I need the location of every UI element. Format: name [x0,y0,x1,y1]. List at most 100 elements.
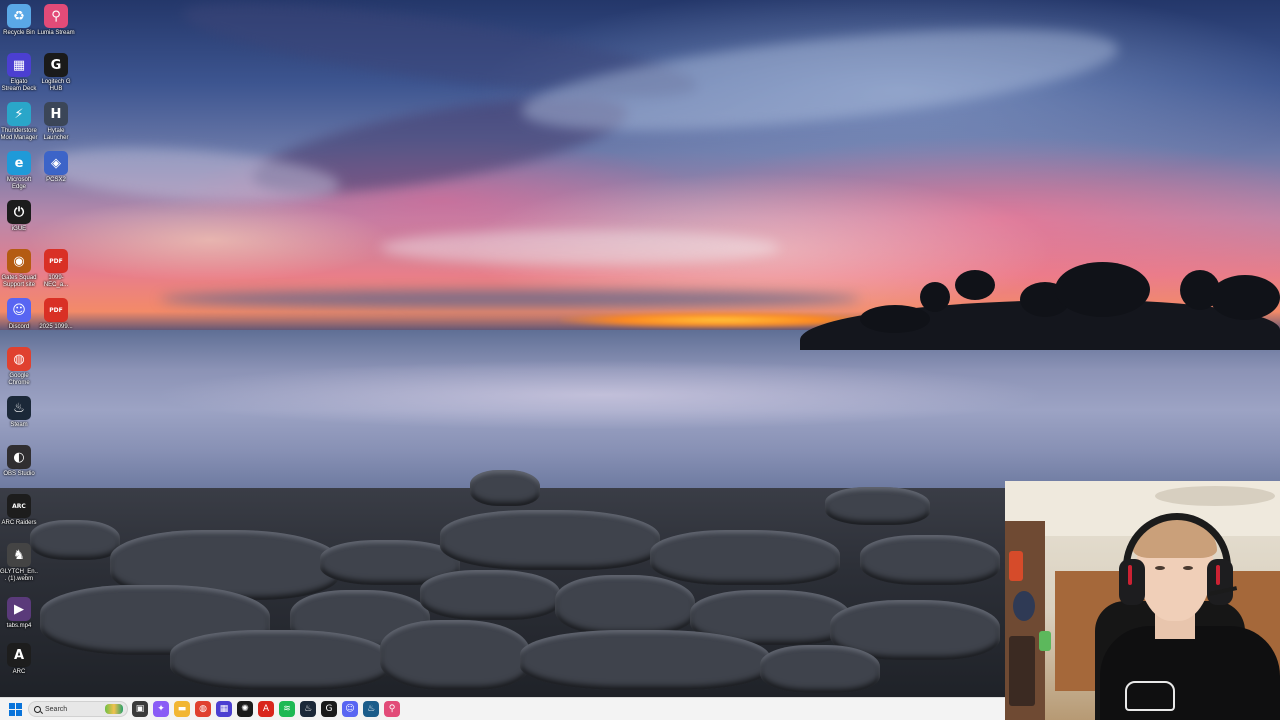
recycle-bin-icon: ♻ [7,4,31,28]
desktop-icon-arc[interactable]: A ARC [0,643,38,676]
taskbar-app-lumia[interactable]: ⚲ [384,701,400,717]
desktop-icon-label: Steam [10,422,28,428]
desktop-icon-microsoft-edge[interactable]: e Microsoft Edge [0,151,38,191]
pdf-icon: PDF [44,298,68,322]
video-file-icon: ♞ [7,543,31,567]
start-button[interactable] [6,700,24,718]
logitech-g-icon: G [325,704,333,714]
desktop-icon-pcsx2[interactable]: ◈ PCSX2 [37,151,75,184]
desktop-icon-arc-raiders[interactable]: ARC ARC Raiders [0,494,38,527]
desktop-icon-label: 2025 1099... [39,324,73,330]
rock [760,645,880,693]
rock [520,630,770,690]
desktop-icon-hytale-launcher[interactable]: H Hytale Launcher [37,102,75,142]
desktop-icon-label: Thunderstore Mod Manager [0,128,38,141]
obs-icon: ◐ [7,445,31,469]
discord-icon: ☺ [7,298,31,322]
desktop-icon-label: PCSX2 [46,177,66,183]
desktop-icon-label: Logitech G HUB [41,79,71,92]
rock [420,570,560,620]
chrome-icon: ◍ [7,347,31,371]
desktop-icon-pdf-1099-nec[interactable]: PDF 1099-NEC_a... [37,249,75,289]
desktop-icon-label: iGUE [11,226,27,232]
gates-squad-icon: ◉ [7,249,31,273]
desktop-icon-label: GLYTCH_En... (1).webm [0,569,38,582]
desktop-icon-lumia-stream[interactable]: ⚲ Lumia Stream [37,4,75,37]
taskbar-app-file-explorer-small[interactable]: ▣ [132,701,148,717]
ceiling-fan [1155,486,1275,506]
desktop-icon-logitech-g-hub[interactable]: G Logitech G HUB [37,53,75,93]
desktop-icon-thunderstore-mod-manager[interactable]: ⚡ Thunderstore Mod Manager [0,102,38,142]
taskbar-app-steam-2[interactable]: ♨ [363,701,379,717]
desktop-icon-label: Gates Squad Support site [1,275,37,288]
razer-icon: ✺ [241,704,249,714]
lumia-stream-icon: ⚲ [388,704,396,714]
desktop-icon-google-chrome[interactable]: ◍ Google Chrome [0,347,38,387]
desktop-icon-label: Lumia Stream [37,30,75,36]
taskbar-app-steam[interactable]: ♨ [300,701,316,717]
task-view-icon: ▣ [135,704,145,714]
taskbar-app-stream-deck[interactable]: ▦ [216,701,232,717]
taskbar-app-logitech[interactable]: G [321,701,337,717]
search-icon [34,705,41,713]
folder-icon: ▬ [177,704,187,714]
desktop-icon-label: Microsoft Edge [6,177,32,190]
taskbar-search-box[interactable]: Search [28,701,128,717]
stream-deck-icon: ▦ [219,704,229,714]
logitech-g-icon: G [44,53,68,77]
shelf-item [1039,631,1051,651]
taskbar-app-copilot[interactable]: ✦ [153,701,169,717]
pdf-icon: PDF [44,249,68,273]
desktop-icon-elgato-stream-deck[interactable]: ▦ Elgato Stream Deck [0,53,38,93]
taskbar-app-spotify[interactable]: ≋ [279,701,295,717]
tree [955,270,995,300]
desktop-icon-label: ARC [12,669,26,675]
sea-sheen [150,360,1050,430]
tree [920,282,950,312]
cloud-streak [160,290,860,308]
desktop-icon-label: Discord [8,324,30,330]
rock [860,535,1000,585]
arc-icon: A [7,643,31,667]
adobe-icon: A [262,704,270,714]
search-placeholder: Search [45,705,68,713]
video-file-icon: ▶ [7,597,31,621]
taskbar-app-discord[interactable]: ☺ [342,701,358,717]
taskbar-app-adobe[interactable]: A [258,701,274,717]
search-highlight-icon [105,704,123,714]
desktop-icon-label: ARC Raiders [1,520,37,526]
desktop-icon-steam[interactable]: ♨ Steam [0,396,38,429]
taskbar-app-chrome[interactable]: ◍ [195,701,211,717]
steam-icon: ♨ [366,704,376,714]
desktop-icon-pdf-2025[interactable]: PDF 2025 1099... [37,298,75,331]
rock [650,530,840,585]
steam-icon: ♨ [7,396,31,420]
desktop-icon-recycle-bin[interactable]: ♻ Recycle Bin [0,4,38,37]
cloud-streak [380,230,780,265]
taskbar-app-razer[interactable]: ✺ [237,701,253,717]
desktop-icon-discord[interactable]: ☺ Discord [0,298,38,331]
arc-raiders-icon: ARC [7,494,31,518]
desktop-icon-obs-studio[interactable]: ◐ OBS Studio [0,445,38,478]
tree [1210,275,1280,320]
spotify-icon: ≋ [283,704,291,714]
rock [825,487,930,525]
taskbar-app-file-explorer[interactable]: ▬ [174,701,190,717]
desktop-icon-tabs-mp4[interactable]: ▶ tabs.mp4 [0,597,38,630]
hytale-icon: H [44,102,68,126]
stream-deck-icon: ▦ [7,53,31,77]
shirt-logo [1125,681,1175,711]
tree [860,305,930,333]
desktop-icon-gates-squad-support-site[interactable]: ◉ Gates Squad Support site [0,249,38,289]
headset-earcup-right [1207,559,1233,605]
desktop-icon-label: Hytale Launcher [43,128,69,141]
windows-start-icon [8,702,22,716]
tree [1055,262,1150,317]
desktop-icon-glitch-webm[interactable]: ♞ GLYTCH_En... (1).webm [0,543,38,583]
taskbar-pinned-apps: ▣ ✦ ▬ ◍ ▦ ✺ A ≋ ♨ G ☺ ♨ ⚲ [132,701,400,717]
desktop-icon-label: 1099-NEC_a... [43,275,69,288]
steam-icon: ♨ [303,704,313,714]
desktop-icon-igue[interactable]: ⏻ iGUE [0,200,38,233]
rock [555,575,695,635]
webcam-overlay [1005,481,1280,720]
